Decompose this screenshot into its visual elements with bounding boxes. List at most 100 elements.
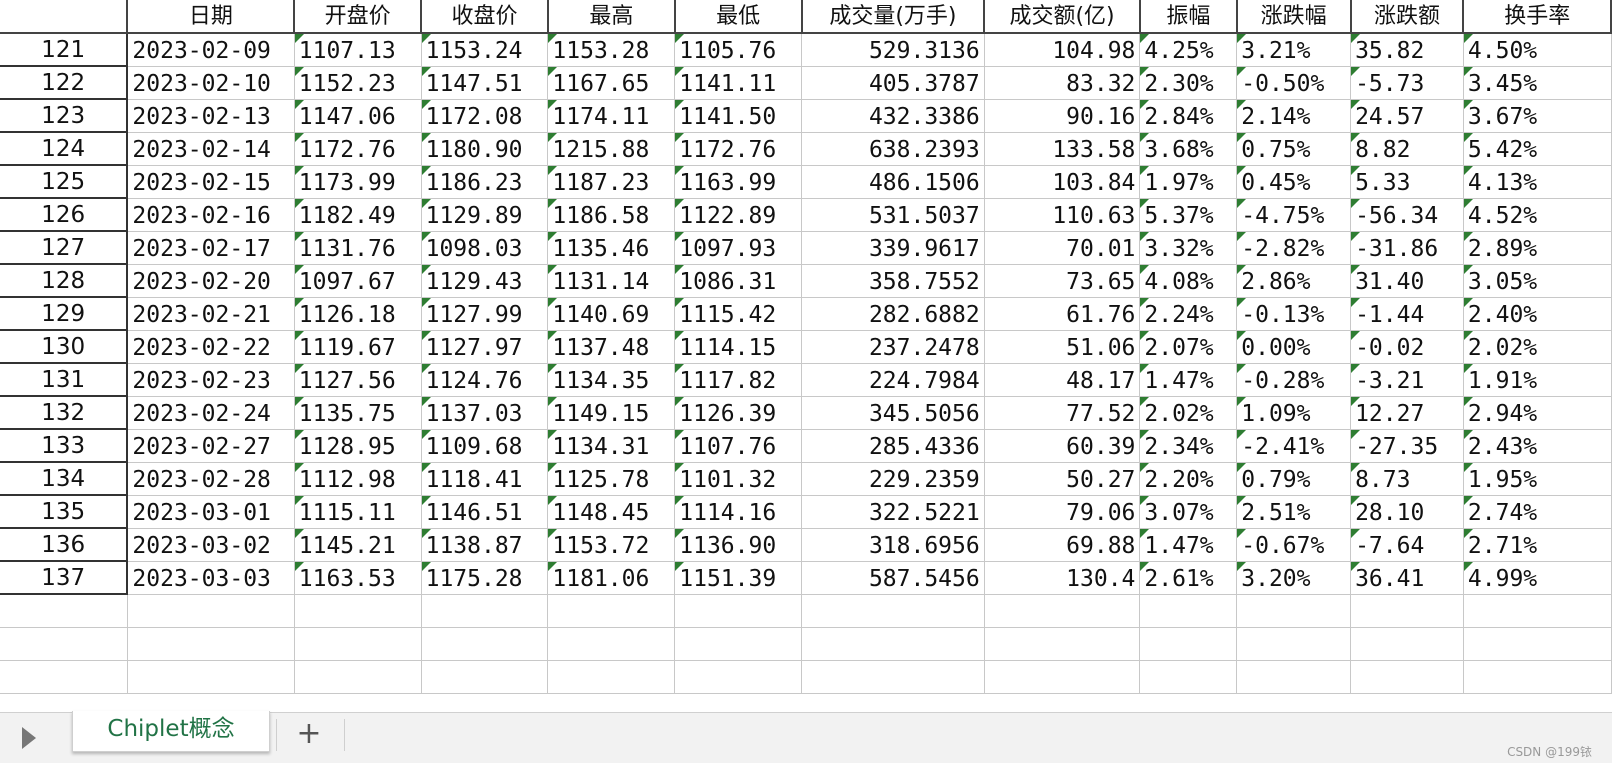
cell-volume[interactable]: 224.7984	[801, 363, 985, 397]
cell-change-amount[interactable]: 8.82	[1350, 132, 1464, 166]
cell-amplitude[interactable]: 1.47%	[1139, 528, 1238, 562]
cell-turnover-amount[interactable]: 70.01	[984, 231, 1141, 265]
cell-open-price[interactable]: 1119.67	[294, 330, 422, 364]
cell-turnover-amount[interactable]: 51.06	[984, 330, 1141, 364]
cell-turnover-amount[interactable]: 130.4	[984, 561, 1141, 595]
empty-cell[interactable]	[421, 627, 549, 661]
cell-change-pct[interactable]: 0.45%	[1236, 165, 1352, 199]
cell-high[interactable]: 1135.46	[547, 231, 676, 265]
cell-close-price[interactable]: 1109.68	[421, 429, 549, 463]
table-row[interactable]: 131 2023-02-23 1127.56 1124.76 1134.35 1117.8…	[0, 363, 1612, 397]
cell-amplitude[interactable]: 2.02%	[1139, 396, 1238, 430]
empty-cell[interactable]	[984, 660, 1141, 694]
cell-low[interactable]: 1172.76	[674, 132, 803, 166]
cell-volume[interactable]: 282.6882	[801, 297, 985, 331]
row-header[interactable]: 136	[0, 528, 129, 562]
cell-change-pct[interactable]: -0.50%	[1236, 66, 1352, 100]
cell-high[interactable]: 1148.45	[547, 495, 676, 529]
cell-volume[interactable]: 486.1506	[801, 165, 985, 199]
cell-open-price[interactable]: 1127.56	[294, 363, 422, 397]
cell-date[interactable]: 2023-02-28	[127, 462, 295, 496]
cell-change-pct[interactable]: 0.75%	[1236, 132, 1352, 166]
cell-high[interactable]: 1187.23	[547, 165, 676, 199]
cell-turnover-rate[interactable]: 3.05%	[1463, 264, 1612, 298]
cell-change-amount[interactable]: 5.33	[1350, 165, 1464, 199]
table-row[interactable]: 130 2023-02-22 1119.67 1127.97 1137.48 1114.1…	[0, 330, 1612, 364]
cell-close-price[interactable]: 1138.87	[421, 528, 549, 562]
cell-change-pct[interactable]: 0.00%	[1236, 330, 1352, 364]
cell-change-pct[interactable]: -4.75%	[1236, 198, 1352, 232]
cell-amplitude[interactable]: 2.20%	[1139, 462, 1238, 496]
cell-date[interactable]: 2023-03-01	[127, 495, 295, 529]
cell-low[interactable]: 1114.16	[674, 495, 803, 529]
sheet-tab-chiplet[interactable]: Chiplet概念	[72, 711, 270, 752]
empty-cell[interactable]	[0, 627, 128, 661]
cell-high[interactable]: 1125.78	[547, 462, 676, 496]
row-header[interactable]: 134	[0, 462, 129, 496]
cell-low[interactable]: 1086.31	[674, 264, 803, 298]
table-row[interactable]: 124 2023-02-14 1172.76 1180.90 1215.88 1172.7…	[0, 132, 1612, 166]
cell-open-price[interactable]: 1107.13	[294, 33, 422, 67]
cell-high[interactable]: 1153.28	[547, 33, 676, 67]
cell-turnover-rate[interactable]: 1.91%	[1463, 363, 1612, 397]
cell-high[interactable]: 1131.14	[547, 264, 676, 298]
empty-cell[interactable]	[1463, 627, 1612, 661]
cell-change-amount[interactable]: -3.21	[1350, 363, 1464, 397]
cell-change-amount[interactable]: 12.27	[1350, 396, 1464, 430]
cell-turnover-amount[interactable]: 83.32	[984, 66, 1141, 100]
column-header-amplitude[interactable]: 振幅	[1139, 0, 1238, 34]
empty-cell[interactable]	[294, 660, 422, 694]
cell-turnover-rate[interactable]: 2.43%	[1463, 429, 1612, 463]
cell-turnover-rate[interactable]: 4.50%	[1463, 33, 1612, 67]
table-row[interactable]: 127 2023-02-17 1131.76 1098.03 1135.46 1097.9…	[0, 231, 1612, 265]
cell-volume[interactable]: 531.5037	[801, 198, 985, 232]
column-header-date[interactable]: 日期	[127, 0, 296, 34]
cell-close-price[interactable]: 1186.23	[421, 165, 549, 199]
cell-volume[interactable]: 358.7552	[801, 264, 985, 298]
cell-volume[interactable]: 229.2359	[801, 462, 985, 496]
table-row[interactable]: 122 2023-02-10 1152.23 1147.51 1167.65 1141.1…	[0, 66, 1612, 100]
cell-date[interactable]: 2023-02-14	[127, 132, 295, 166]
empty-cell[interactable]	[1463, 660, 1612, 694]
row-header[interactable]: 132	[0, 396, 129, 430]
cell-change-pct[interactable]: 2.86%	[1236, 264, 1352, 298]
cell-date[interactable]: 2023-02-09	[127, 33, 295, 67]
cell-turnover-rate[interactable]: 4.99%	[1463, 561, 1612, 595]
empty-cell[interactable]	[421, 660, 549, 694]
cell-amplitude[interactable]: 2.84%	[1139, 99, 1238, 133]
cell-amplitude[interactable]: 4.25%	[1139, 33, 1238, 67]
cell-turnover-amount[interactable]: 73.65	[984, 264, 1141, 298]
cell-open-price[interactable]: 1145.21	[294, 528, 422, 562]
table-row[interactable]: 135 2023-03-01 1115.11 1146.51 1148.45 1114.1…	[0, 495, 1612, 529]
cell-turnover-rate[interactable]: 3.67%	[1463, 99, 1612, 133]
cell-change-pct[interactable]: -0.13%	[1236, 297, 1352, 331]
column-header-change-pct[interactable]: 涨跌幅	[1236, 0, 1352, 34]
cell-volume[interactable]: 638.2393	[801, 132, 985, 166]
cell-high[interactable]: 1149.15	[547, 396, 676, 430]
empty-cell[interactable]	[1139, 627, 1238, 661]
cell-open-price[interactable]: 1115.11	[294, 495, 422, 529]
cell-change-pct[interactable]: 3.21%	[1236, 33, 1352, 67]
cell-close-price[interactable]: 1127.97	[421, 330, 549, 364]
cell-open-price[interactable]: 1152.23	[294, 66, 422, 100]
empty-cell[interactable]	[0, 594, 128, 628]
table-row[interactable]: 123 2023-02-13 1147.06 1172.08 1174.11 1141.5…	[0, 99, 1612, 133]
cell-turnover-amount[interactable]: 103.84	[984, 165, 1141, 199]
cell-volume[interactable]: 285.4336	[801, 429, 985, 463]
empty-row[interactable]	[0, 627, 1612, 661]
cell-date[interactable]: 2023-02-13	[127, 99, 295, 133]
cell-volume[interactable]: 339.9617	[801, 231, 985, 265]
cell-turnover-rate[interactable]: 4.13%	[1463, 165, 1612, 199]
cell-high[interactable]: 1181.06	[547, 561, 676, 595]
cell-volume[interactable]: 318.6956	[801, 528, 985, 562]
cell-volume[interactable]: 587.5456	[801, 561, 985, 595]
spreadsheet-grid[interactable]: 日期 开盘价 收盘价 最高 最低 成交量(万手) 成交额(亿) 振幅 涨跌幅 涨跌额 换手率 121 2…	[0, 0, 1612, 712]
cell-turnover-amount[interactable]: 133.58	[984, 132, 1141, 166]
row-header[interactable]: 129	[0, 297, 129, 331]
cell-high[interactable]: 1215.88	[547, 132, 676, 166]
cell-date[interactable]: 2023-03-03	[127, 561, 295, 595]
cell-high[interactable]: 1134.35	[547, 363, 676, 397]
empty-cell[interactable]	[1139, 594, 1238, 628]
cell-date[interactable]: 2023-02-24	[127, 396, 295, 430]
empty-cell[interactable]	[801, 594, 985, 628]
